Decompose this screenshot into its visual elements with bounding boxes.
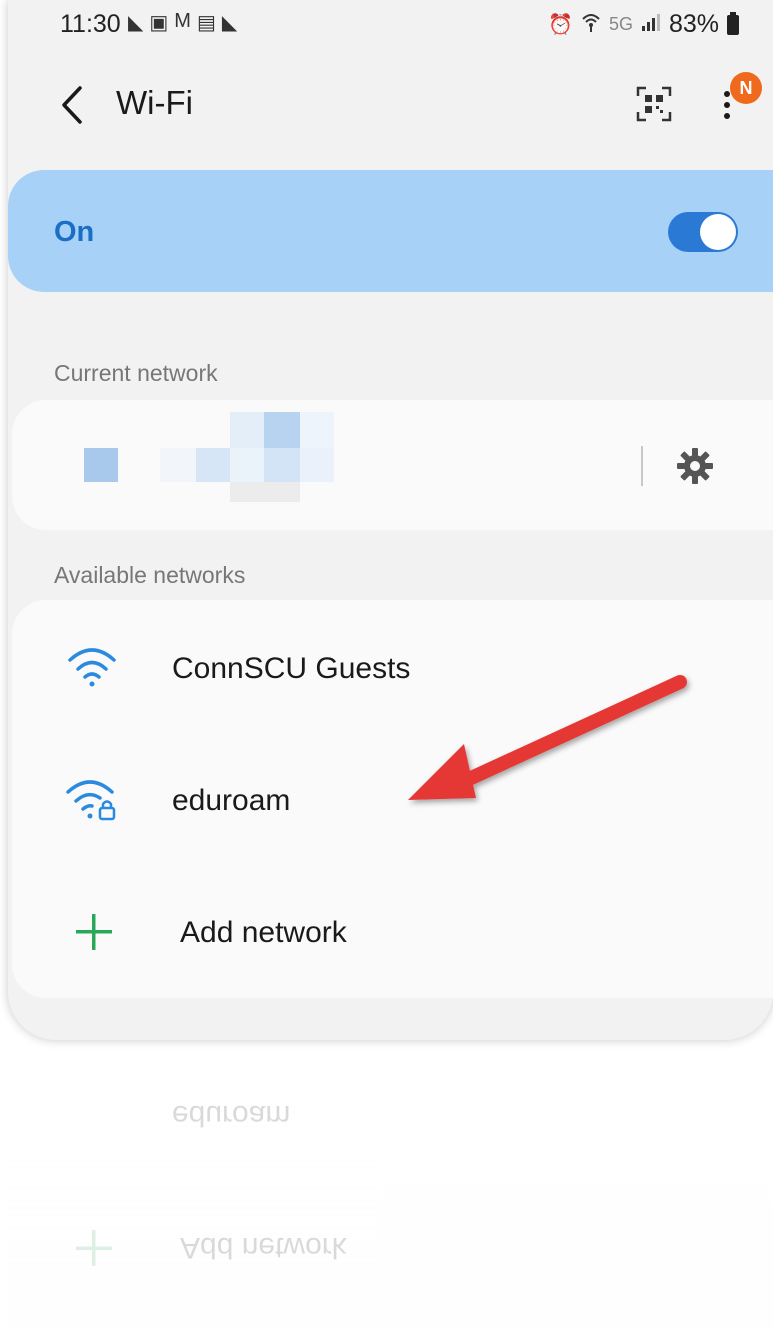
- network-name: ConnSCU Guests: [172, 652, 411, 685]
- wifi-switch[interactable]: [668, 212, 738, 252]
- message-icon: ▤: [196, 12, 216, 34]
- network-name: eduroam: [172, 784, 291, 817]
- page-title: Wi-Fi: [116, 84, 193, 121]
- mail-icon: M: [174, 10, 191, 32]
- notification-icon: ▣: [149, 12, 169, 34]
- notification-badge: N: [730, 72, 762, 104]
- redacted-network-name: [230, 482, 300, 502]
- reflection-add-network-label: Add network: [180, 1231, 347, 1264]
- redacted-network-name: [300, 448, 334, 482]
- status-time: 11:30: [60, 10, 121, 38]
- system-icons: ⏰ 5G 83%: [548, 10, 739, 39]
- screen-reflection: Add network eduroam: [8, 1045, 773, 1328]
- battery-icon: [727, 11, 739, 35]
- redacted-network-name: [230, 448, 264, 482]
- redacted-network-name: [160, 448, 196, 482]
- notification-icon: ◣: [128, 12, 144, 34]
- add-network-button[interactable]: Add network: [12, 880, 772, 990]
- redacted-network-name: [196, 448, 232, 482]
- reflection-content: Add network eduroam: [8, 1045, 773, 1328]
- redacted-network-name: [264, 412, 300, 448]
- redacted-network-name: [84, 448, 118, 482]
- switch-knob: [700, 214, 736, 250]
- redacted-network-name: [300, 412, 334, 448]
- network-type: 5G: [608, 14, 633, 34]
- plus-icon: [76, 1230, 112, 1266]
- divider: [641, 446, 643, 486]
- signal-icon: [641, 12, 661, 38]
- red-arrow-annotation: [408, 675, 687, 800]
- battery-level: 83%: [668, 10, 719, 38]
- plus-icon: [76, 914, 112, 950]
- available-networks-section-label: Available networks: [54, 562, 246, 588]
- wifi-lock-icon: [66, 780, 116, 821]
- wifi-icon: [68, 648, 116, 687]
- current-network-section-label: Current network: [54, 360, 218, 386]
- status-bar: 11:30 ◣ ▣ M ▤ ◣ ⏰ 5G 83%: [8, 0, 773, 52]
- alarm-icon: ⏰: [548, 14, 573, 36]
- chevron-left-icon[interactable]: [52, 80, 92, 130]
- redacted-network-name: [230, 412, 264, 448]
- qr-code-scanner-icon[interactable]: [636, 86, 672, 122]
- phone-screen: 11:30 ◣ ▣ M ▤ ◣ ⏰ 5G 83% Wi-Fi N On Curr…: [8, 0, 773, 1040]
- wifi-calling-icon: [581, 11, 601, 39]
- wifi-toggle-row[interactable]: On: [8, 170, 773, 292]
- current-network-card[interactable]: [12, 400, 773, 530]
- notification-icon: ◣: [221, 12, 238, 34]
- reflection-network-name: eduroam: [172, 1099, 291, 1132]
- gear-icon[interactable]: [675, 446, 715, 486]
- notification-icons: ◣ ▣ M ▤ ◣: [128, 10, 237, 35]
- redacted-network-name: [264, 448, 300, 482]
- app-header: Wi-Fi N: [8, 70, 773, 140]
- wifi-toggle-label: On: [54, 216, 95, 248]
- add-network-label: Add network: [180, 916, 347, 949]
